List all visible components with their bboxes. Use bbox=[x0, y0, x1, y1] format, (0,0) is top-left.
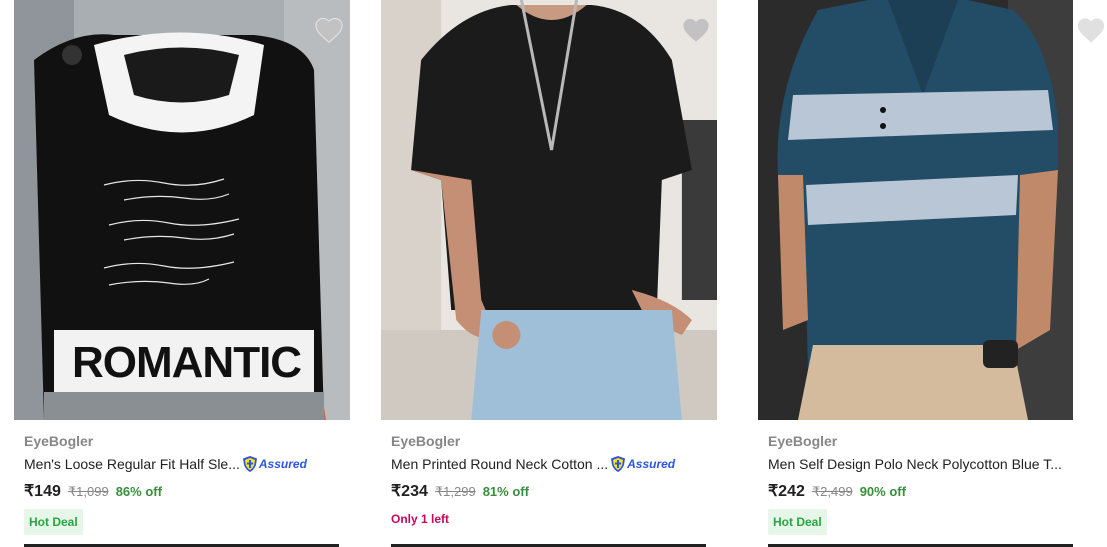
heart-icon bbox=[315, 17, 343, 44]
assured-badge: Assured bbox=[610, 455, 675, 473]
image-print-text: ROMANTIC bbox=[72, 338, 302, 387]
product-photo-black-tee bbox=[381, 0, 717, 420]
flipkart-assured-badge-icon bbox=[242, 456, 257, 472]
price-row: ₹149 ₹1,099 86% off bbox=[24, 481, 162, 501]
price-row: ₹242 ₹2,499 90% off bbox=[768, 481, 906, 501]
product-brand: EyeBogler bbox=[768, 433, 838, 449]
selling-price: ₹242 bbox=[768, 483, 805, 500]
product-image[interactable] bbox=[758, 0, 1073, 420]
product-title-row[interactable]: Men Printed Round Neck Cotton ... Assure… bbox=[391, 454, 675, 474]
product-title[interactable]: Men's Loose Regular Fit Half Sle... bbox=[24, 456, 240, 472]
hot-deal-badge: Hot Deal bbox=[24, 509, 83, 535]
wishlist-button[interactable] bbox=[681, 16, 711, 44]
assured-label: Assured bbox=[627, 457, 676, 471]
assured-badge: Assured bbox=[242, 455, 307, 473]
heart-icon bbox=[682, 17, 710, 44]
original-price: ₹2,499 bbox=[811, 484, 853, 499]
wishlist-button[interactable] bbox=[314, 16, 344, 44]
discount-percent: 81% off bbox=[482, 484, 529, 499]
selling-price: ₹234 bbox=[391, 483, 428, 500]
product-card[interactable]: EyeBogler Men Printed Round Neck Cotton … bbox=[381, 0, 717, 547]
product-title-row[interactable]: Men's Loose Regular Fit Half Sle... Assu… bbox=[24, 454, 307, 474]
hot-deal-badge: Hot Deal bbox=[768, 509, 827, 535]
original-price: ₹1,099 bbox=[67, 484, 109, 499]
original-price: ₹1,299 bbox=[434, 484, 476, 499]
flipkart-assured-badge-icon bbox=[611, 456, 626, 472]
wishlist-button[interactable] bbox=[1076, 16, 1106, 44]
product-card[interactable]: EyeBogler Men Self Design Polo Neck Poly… bbox=[758, 0, 1073, 547]
selling-price: ₹149 bbox=[24, 483, 61, 500]
product-image[interactable] bbox=[381, 0, 717, 420]
stock-note: Only 1 left bbox=[391, 512, 450, 526]
price-row: ₹234 ₹1,299 81% off bbox=[391, 481, 529, 501]
discount-percent: 90% off bbox=[859, 484, 906, 499]
product-photo-striped-polo bbox=[758, 0, 1073, 420]
product-brand: EyeBogler bbox=[24, 433, 94, 449]
product-card[interactable]: ROMANTIC EyeBogler Men's Loose Regular F… bbox=[14, 0, 350, 547]
product-title[interactable]: Men Self Design Polo Neck Polycotton Blu… bbox=[768, 456, 1062, 472]
discount-percent: 86% off bbox=[115, 484, 162, 499]
heart-icon bbox=[1077, 18, 1105, 43]
product-title[interactable]: Men Printed Round Neck Cotton ... bbox=[391, 456, 608, 472]
product-image[interactable]: ROMANTIC bbox=[14, 0, 350, 420]
product-title-row[interactable]: Men Self Design Polo Neck Polycotton Blu… bbox=[768, 454, 1062, 474]
product-brand: EyeBogler bbox=[391, 433, 461, 449]
assured-label: Assured bbox=[258, 457, 307, 471]
